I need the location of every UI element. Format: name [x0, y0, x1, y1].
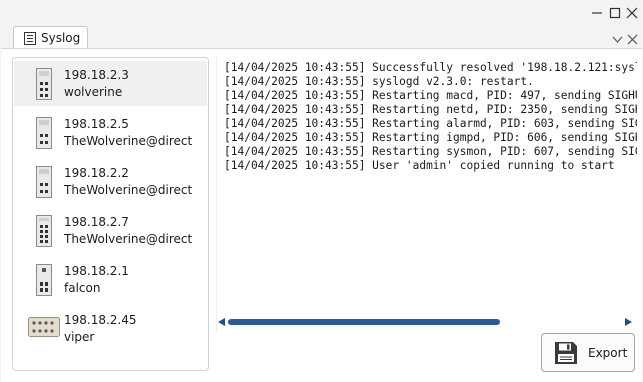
- device-name: falcon: [64, 281, 101, 295]
- document-list-icon: [24, 31, 36, 45]
- switch-wide-icon: [28, 317, 60, 337]
- device-ip: 198.18.2.5: [64, 117, 129, 131]
- device-name: TheWolverine@direct: [64, 134, 193, 148]
- export-label: Export: [588, 346, 628, 360]
- log-line: [14/04/2025 10:43:55] Restarting macd, P…: [224, 89, 637, 102]
- export-button[interactable]: Export: [541, 333, 635, 372]
- scroll-right-icon[interactable]: [625, 318, 632, 326]
- device-list: 198.18.2.3 wolverine 198.18.2.5 TheWolve…: [12, 57, 209, 371]
- minimize-icon[interactable]: [588, 4, 606, 22]
- device-ip: 198.18.2.2: [64, 166, 129, 180]
- scrollbar-thumb[interactable]: [228, 319, 500, 325]
- log-line: [14/04/2025 10:43:55] Restarting alarmd,…: [224, 117, 637, 130]
- tab-strip: Syslog: [0, 24, 643, 49]
- device-name: TheWolverine@direct: [64, 183, 193, 197]
- device-ip: 198.18.2.1: [64, 264, 129, 278]
- device-name: viper: [64, 330, 95, 344]
- switch-tall-icon: [36, 117, 52, 149]
- device-ip: 198.18.2.7: [64, 215, 129, 229]
- scroll-left-icon[interactable]: [218, 318, 225, 326]
- device-ip: 198.18.2.3: [64, 68, 129, 82]
- maximize-icon[interactable]: [606, 4, 624, 22]
- log-line: [14/04/2025 10:43:55] User 'admin' copie…: [224, 159, 615, 172]
- switch-tall-icon: [36, 166, 52, 198]
- device-item[interactable]: 198.18.2.3 wolverine: [14, 61, 207, 106]
- tab-label: Syslog: [41, 31, 81, 45]
- log-line: [14/04/2025 10:43:55] Successfully resol…: [224, 61, 637, 74]
- log-output[interactable]: [14/04/2025 10:43:55] Successfully resol…: [216, 57, 637, 332]
- device-item[interactable]: 198.18.2.7 TheWolverine@direct: [14, 208, 207, 253]
- switch-tall-icon: [36, 215, 52, 247]
- close-icon[interactable]: [623, 4, 641, 22]
- device-name: wolverine: [64, 85, 123, 99]
- tab-syslog[interactable]: Syslog: [13, 26, 88, 49]
- device-ip: 198.18.2.45: [64, 313, 137, 327]
- switch-small-icon: [36, 264, 52, 296]
- device-item[interactable]: 198.18.2.1 falcon: [14, 257, 207, 302]
- floppy-disk-icon: [554, 341, 578, 365]
- device-name: TheWolverine@direct: [64, 232, 193, 246]
- device-item[interactable]: 198.18.2.45 viper: [14, 306, 207, 351]
- device-item[interactable]: 198.18.2.5 TheWolverine@direct: [14, 110, 207, 155]
- horizontal-scrollbar[interactable]: [216, 316, 636, 328]
- device-item[interactable]: 198.18.2.2 TheWolverine@direct: [14, 159, 207, 204]
- close-tab-icon[interactable]: [623, 30, 641, 48]
- switch-tall-icon: [36, 68, 52, 100]
- log-line: [14/04/2025 10:43:55] syslogd v2.3.0: re…: [224, 75, 534, 88]
- log-line: [14/04/2025 10:43:55] Restarting igmpd, …: [224, 131, 637, 144]
- log-line: [14/04/2025 10:43:55] Restarting sysmon,…: [224, 145, 637, 158]
- syslog-view: 198.18.2.3 wolverine 198.18.2.5 TheWolve…: [1, 48, 642, 382]
- log-line: [14/04/2025 10:43:55] Restarting netd, P…: [224, 103, 637, 116]
